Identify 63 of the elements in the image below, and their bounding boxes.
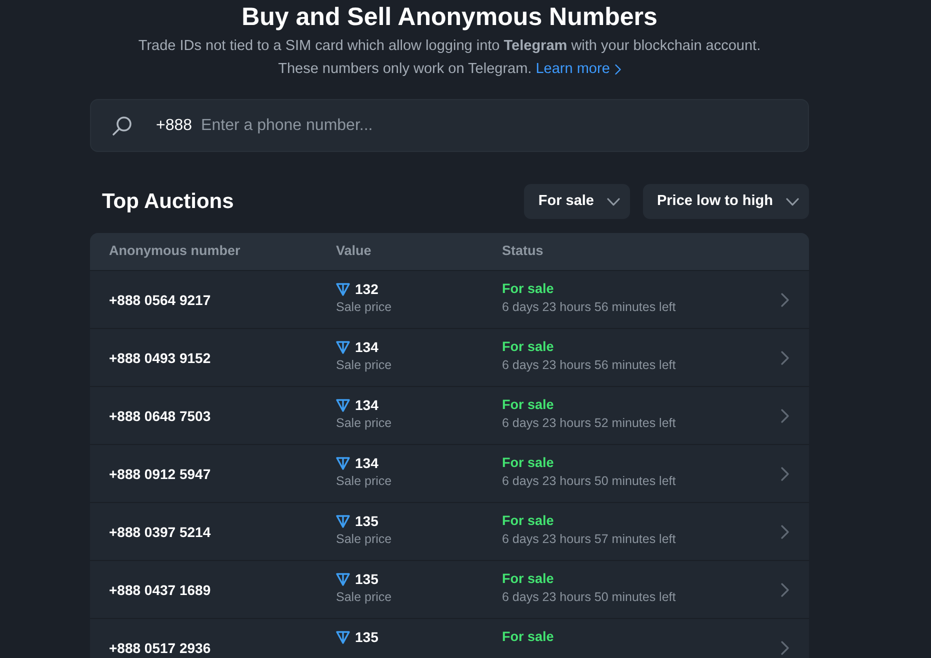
- triangle-icon: [336, 398, 350, 412]
- learn-more-link[interactable]: Learn more: [536, 58, 621, 81]
- price-value: 134: [355, 338, 378, 356]
- phone-input-placeholder: Enter a phone number...: [201, 116, 373, 136]
- time-left: 6 days 23 hours 57 minutes left: [502, 531, 676, 548]
- chevron-right-icon: [781, 524, 789, 538]
- price-value: 134: [355, 396, 378, 414]
- status-text: For sale: [502, 280, 554, 298]
- chevron-down-icon: [786, 198, 799, 206]
- time-left: 6 days 23 hours 50 minutes left: [502, 473, 676, 490]
- price-value: 135: [355, 570, 378, 588]
- triangle-icon: [336, 514, 350, 528]
- phone-number: +888 0912 5947: [109, 466, 211, 482]
- price-label: Sale price: [336, 415, 393, 432]
- phone-number: +888 0397 5214: [109, 524, 211, 540]
- search-field[interactable]: +888 Enter a phone number...: [90, 99, 809, 152]
- price-value: 135: [355, 628, 378, 646]
- phone-number: +888 0564 9217: [109, 292, 211, 308]
- section-title: Top Auctions: [102, 188, 234, 215]
- filter-dropdown[interactable]: Price low to high: [642, 184, 809, 219]
- time-left: 6 days 23 hours 56 minutes left: [502, 299, 676, 316]
- phone-prefix: +888: [156, 116, 192, 136]
- price-value: 134: [355, 454, 378, 472]
- chevron-right-icon: [781, 466, 789, 480]
- column-header: Status: [502, 242, 544, 260]
- phone-number: +888 0437 1689: [109, 582, 211, 598]
- time-left: 6 days 23 hours 56 minutes left: [502, 357, 676, 374]
- triangle-icon: [336, 340, 350, 354]
- chevron-right-icon: [781, 582, 789, 596]
- column-header: Value: [336, 242, 372, 260]
- time-left: 6 days 23 hours 52 minutes left: [502, 415, 676, 432]
- chevron-right-icon: [781, 350, 789, 364]
- time-left: 6 days 23 hours 50 minutes left: [502, 589, 676, 606]
- price-label: Sale price: [336, 299, 393, 316]
- filter-dropdown[interactable]: For sale: [524, 184, 630, 219]
- status-text: For sale: [502, 628, 554, 646]
- price-value: 132: [355, 280, 378, 298]
- status-text: For sale: [502, 570, 554, 588]
- chevron-down-icon: [606, 198, 620, 206]
- page-title: Buy and Sell Anonymous Numbers: [242, 3, 658, 31]
- phone-number: +888 0493 9152: [109, 350, 211, 366]
- chevron-right-icon: [781, 640, 789, 654]
- status-text: For sale: [502, 338, 554, 356]
- price-value: 135: [355, 512, 378, 530]
- price-label: Sale price: [336, 531, 393, 548]
- triangle-icon: [336, 572, 350, 586]
- phone-number: +888 0648 7503: [109, 408, 211, 424]
- chevron-right-icon: [781, 292, 789, 306]
- triangle-icon: [336, 630, 350, 644]
- chevron-right-icon: [781, 408, 789, 422]
- search-icon: [112, 116, 132, 136]
- phone-number: +888 0517 2936: [109, 640, 211, 656]
- price-label: Sale price: [336, 589, 393, 606]
- status-text: For sale: [502, 512, 554, 530]
- column-header: Anonymous number: [109, 242, 242, 260]
- triangle-icon: [336, 456, 350, 470]
- price-label: Sale price: [336, 357, 393, 374]
- triangle-icon: [336, 282, 350, 296]
- page-description: Trade IDs not tied to a SIM card which allow logging into Telegram with your blockchain account. These numbers only work on Telegram. Learn more: [90, 35, 809, 81]
- price-label: Sale price: [336, 473, 393, 490]
- chevron-right-icon: [614, 64, 621, 75]
- status-text: For sale: [502, 454, 554, 472]
- status-text: For sale: [502, 396, 554, 414]
